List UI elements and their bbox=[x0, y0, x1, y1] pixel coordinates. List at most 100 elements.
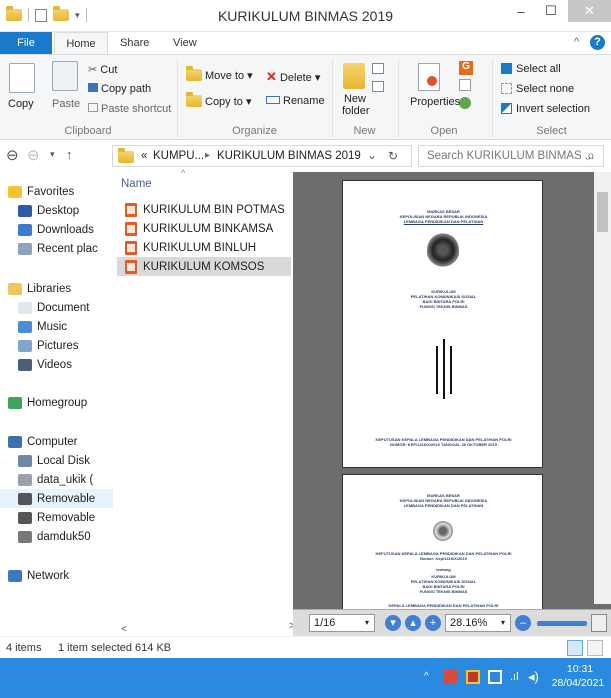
file-row[interactable]: KURIKULUM BIN POTMAS bbox=[117, 200, 291, 219]
new-folder-label-line1: New bbox=[343, 93, 366, 105]
volume-icon[interactable]: ◂) bbox=[528, 669, 539, 685]
refresh-icon[interactable]: ↻ bbox=[388, 149, 398, 163]
nav-item-homegroup[interactable]: Homegroup bbox=[0, 393, 113, 412]
open-icon[interactable]: G bbox=[459, 61, 473, 75]
nav-item-recent-places[interactable]: Recent plac bbox=[0, 239, 113, 258]
nav-item-drive[interactable]: data_ukik ( bbox=[0, 470, 113, 489]
paste-icon[interactable] bbox=[52, 61, 78, 91]
tab-home[interactable]: Home bbox=[54, 32, 108, 54]
zoom-slider[interactable] bbox=[537, 621, 587, 626]
music-icon bbox=[18, 320, 32, 333]
tab-view[interactable]: View bbox=[173, 32, 197, 54]
breadcrumb-item-parent[interactable]: KUMPU... bbox=[153, 150, 204, 162]
copy-icon[interactable] bbox=[9, 63, 35, 93]
details-view-icon[interactable] bbox=[567, 640, 583, 656]
nav-item-downloads[interactable]: Downloads bbox=[0, 220, 113, 239]
new-folder-button[interactable]: New folder bbox=[342, 93, 370, 117]
breadcrumb-chevron-icon[interactable]: ▸ bbox=[205, 150, 210, 161]
help-icon[interactable]: ? bbox=[590, 35, 605, 50]
nav-item-pictures[interactable]: Pictures bbox=[0, 336, 113, 355]
tray-flag-icon[interactable] bbox=[444, 670, 458, 684]
nav-item-documents[interactable]: Document bbox=[0, 298, 113, 317]
clock-date[interactable]: 28/04/2021 bbox=[549, 677, 607, 689]
breadcrumb-item-current[interactable]: KURIKULUM BINMAS 2019 bbox=[217, 150, 361, 162]
close-button[interactable]: ✕ bbox=[568, 0, 611, 22]
preview-scrollbar-thumb[interactable] bbox=[597, 192, 608, 232]
tray-app-icon[interactable] bbox=[466, 670, 480, 684]
nav-item-label: Favorites bbox=[27, 185, 75, 198]
column-header-name[interactable]: Name bbox=[121, 178, 152, 190]
copy-to-button[interactable]: Copy to ▾ bbox=[186, 92, 252, 108]
nav-item-removable-drive[interactable]: Removable bbox=[0, 489, 113, 508]
nav-item-computer[interactable]: Computer bbox=[0, 432, 113, 451]
nav-item-label: Downloads bbox=[37, 223, 94, 236]
previous-page-icon[interactable]: ▴ bbox=[405, 615, 421, 631]
tray-network-adapter-icon[interactable] bbox=[488, 670, 502, 684]
file-row[interactable]: KURIKULUM KOMSOS bbox=[117, 257, 291, 276]
back-button[interactable]: ⊖ bbox=[6, 146, 19, 164]
collapse-ribbon-icon[interactable]: ^ bbox=[574, 36, 579, 48]
edit-icon[interactable] bbox=[459, 79, 471, 91]
page-dropdown-icon[interactable]: ▾ bbox=[365, 618, 369, 627]
scissors-icon: ✂ bbox=[88, 64, 101, 76]
select-all-button[interactable]: Select all bbox=[501, 63, 561, 75]
zoom-in-icon[interactable]: + bbox=[425, 615, 441, 631]
clock-time[interactable]: 10:31 bbox=[556, 663, 604, 675]
nav-item-desktop[interactable]: Desktop bbox=[0, 201, 113, 220]
copy-to-label: Copy to ▾ bbox=[205, 96, 252, 108]
item-count: 4 items bbox=[6, 642, 42, 654]
scroll-left-button[interactable]: < bbox=[121, 624, 127, 635]
select-none-button[interactable]: Select none bbox=[501, 83, 574, 95]
tab-share[interactable]: Share bbox=[120, 32, 149, 54]
nav-item-network[interactable]: Network bbox=[0, 566, 113, 585]
large-icons-view-icon[interactable] bbox=[587, 640, 603, 656]
nav-item-libraries[interactable]: Libraries bbox=[0, 279, 113, 298]
zoom-dropdown-icon[interactable]: ▾ bbox=[501, 618, 505, 627]
minimize-button[interactable]: – bbox=[506, 0, 536, 22]
zoom-out-icon[interactable]: – bbox=[515, 615, 531, 631]
properties-icon[interactable] bbox=[418, 63, 440, 91]
search-icon[interactable]: ⌕ bbox=[587, 147, 595, 164]
address-bar[interactable]: « KUMPU... ▸ KURIKULUM BINMAS 2019 ⌄ ↻ bbox=[112, 145, 412, 167]
delete-button[interactable]: ✕ Delete ▾ bbox=[266, 69, 320, 85]
recent-locations-button[interactable]: ▾ bbox=[50, 149, 55, 160]
search-input[interactable]: Search KURIKULUM BINMAS ... ⌕ bbox=[418, 145, 604, 167]
signal-strength-icon[interactable]: .ıl bbox=[510, 671, 519, 683]
show-hidden-icons-button[interactable]: ^ bbox=[424, 671, 429, 682]
copy-path-label: Copy path bbox=[101, 83, 152, 95]
paste-shortcut-button[interactable]: Paste shortcut bbox=[88, 103, 171, 115]
nav-item-local-disk[interactable]: Local Disk bbox=[0, 451, 113, 470]
tab-file[interactable]: File bbox=[0, 32, 52, 54]
nav-item-music[interactable]: Music bbox=[0, 317, 113, 336]
move-to-button[interactable]: Move to ▾ bbox=[186, 66, 253, 82]
zoom-slider-handle[interactable] bbox=[591, 614, 607, 632]
up-button[interactable]: ↑ bbox=[66, 147, 73, 162]
forward-button[interactable]: ⊖ bbox=[27, 146, 40, 164]
address-dropdown-icon[interactable]: ⌄ bbox=[367, 148, 377, 162]
history-icon[interactable] bbox=[459, 97, 471, 109]
address-row: ⊖ ⊖ ▾ ↑ « KUMPU... ▸ KURIKULUM BINMAS 20… bbox=[0, 142, 611, 170]
invert-selection-button[interactable]: Invert selection bbox=[501, 103, 590, 115]
next-page-icon[interactable]: ▾ bbox=[385, 615, 401, 631]
nav-item-label: Removable bbox=[37, 492, 96, 505]
properties-button[interactable]: Properties bbox=[410, 96, 460, 108]
document-file-icon bbox=[125, 221, 137, 236]
new-item-icon[interactable] bbox=[372, 63, 384, 74]
maximize-button[interactable]: ☐ bbox=[536, 0, 566, 22]
preview-scrollbar[interactable] bbox=[594, 172, 611, 604]
rename-button[interactable]: Rename bbox=[266, 95, 325, 107]
new-folder-icon[interactable] bbox=[343, 63, 365, 89]
nav-item-videos[interactable]: Videos bbox=[0, 355, 113, 374]
copy-button[interactable]: Copy bbox=[8, 98, 34, 110]
file-row[interactable]: KURIKULUM BINLUH bbox=[117, 238, 291, 257]
cut-button[interactable]: ✂ Cut bbox=[88, 63, 117, 76]
nav-item-star[interactable]: Favorites bbox=[0, 182, 113, 201]
new-group-label: New bbox=[353, 125, 376, 137]
nav-item-removable-drive[interactable]: Removable bbox=[0, 508, 113, 527]
preview-pane: MARKAS BESAR KEPOLISIAN NEGARA REPUBLIK … bbox=[293, 172, 611, 632]
file-row[interactable]: KURIKULUM BINKAMSA bbox=[117, 219, 291, 238]
easy-access-icon[interactable] bbox=[372, 81, 384, 92]
paste-button[interactable]: Paste bbox=[52, 98, 80, 110]
nav-item-phone[interactable]: damduk50 bbox=[0, 527, 113, 546]
copy-path-button[interactable]: Copy path bbox=[88, 83, 151, 95]
